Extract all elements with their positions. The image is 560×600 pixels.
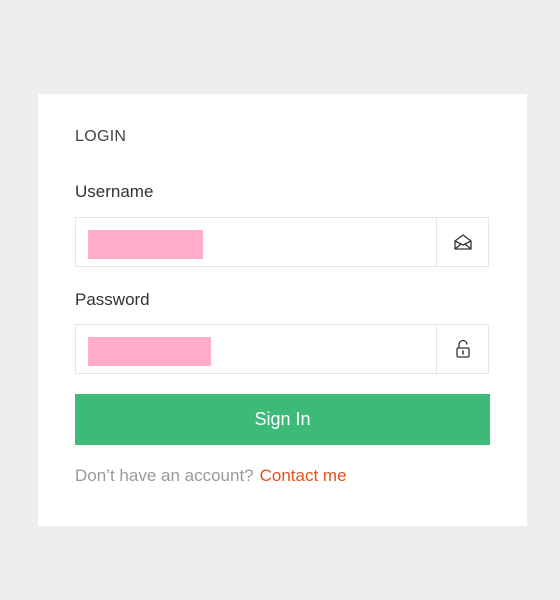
- envelope-icon: [453, 233, 473, 251]
- login-title: LOGIN: [75, 128, 127, 145]
- password-field[interactable]: [75, 324, 489, 374]
- username-value-redacted: [88, 230, 203, 259]
- login-card: LOGIN Username Password Sign In Don’t ha…: [38, 94, 527, 526]
- signin-button[interactable]: Sign In: [75, 394, 490, 445]
- username-icon-box: [436, 218, 488, 266]
- no-account-text: Don’t have an account?: [75, 466, 254, 485]
- password-label: Password: [75, 290, 150, 309]
- password-icon-box: [436, 325, 488, 373]
- username-label: Username: [75, 182, 154, 201]
- username-field[interactable]: [75, 217, 489, 267]
- signup-prompt: Don’t have an account? Contact me: [75, 466, 347, 486]
- contact-me-link[interactable]: Contact me: [260, 466, 347, 485]
- password-value-redacted: [88, 337, 211, 366]
- lock-icon: [455, 339, 471, 359]
